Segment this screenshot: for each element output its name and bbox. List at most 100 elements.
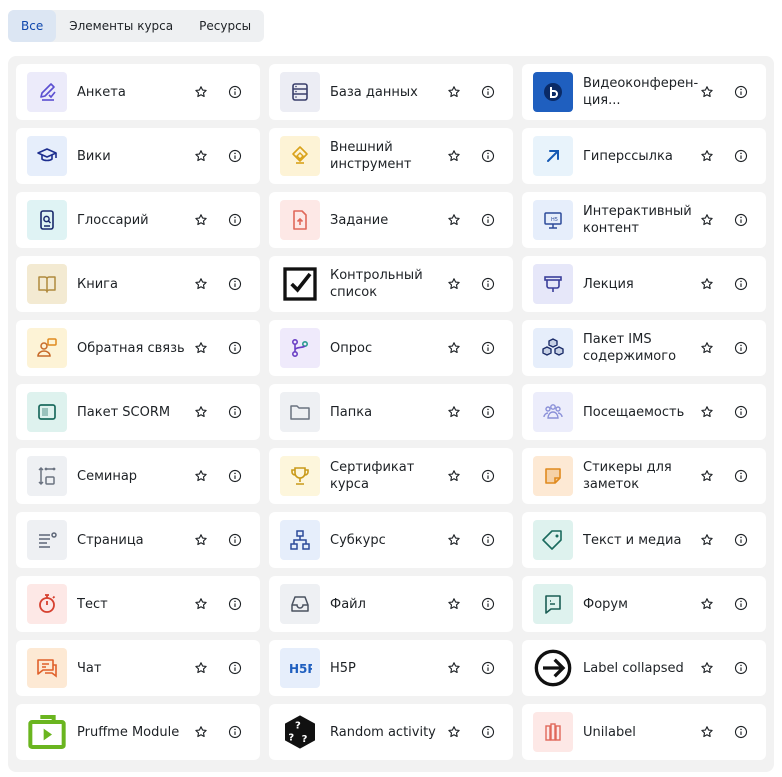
module-card-forum[interactable]: Форум (522, 576, 766, 632)
info-icon[interactable] (225, 594, 245, 614)
star-icon[interactable] (444, 466, 464, 486)
module-card-scorm[interactable]: Пакет SCORM (16, 384, 260, 440)
star-icon[interactable] (697, 274, 717, 294)
info-icon[interactable] (225, 466, 245, 486)
module-card-external-tool[interactable]: Внешний инструмент (269, 128, 513, 184)
star-icon[interactable] (444, 530, 464, 550)
star-icon[interactable] (191, 530, 211, 550)
module-card-sticky-note[interactable]: Стикеры для заметок (522, 448, 766, 504)
star-icon[interactable] (697, 146, 717, 166)
star-icon[interactable] (444, 338, 464, 358)
info-icon[interactable] (478, 658, 498, 678)
module-card-file[interactable]: Файл (269, 576, 513, 632)
module-card-page[interactable]: Страница (16, 512, 260, 568)
info-icon[interactable] (478, 82, 498, 102)
star-icon[interactable] (191, 658, 211, 678)
module-card-wiki[interactable]: Вики (16, 128, 260, 184)
info-icon[interactable] (478, 402, 498, 422)
star-icon[interactable] (191, 402, 211, 422)
info-icon[interactable] (225, 210, 245, 230)
info-icon[interactable] (731, 402, 751, 422)
module-card-choice[interactable]: Опрос (269, 320, 513, 376)
info-icon[interactable] (225, 402, 245, 422)
info-icon[interactable] (731, 658, 751, 678)
module-card-quiz[interactable]: Тест (16, 576, 260, 632)
star-icon[interactable] (191, 338, 211, 358)
module-card-bigbluebutton[interactable]: Видеоконферен­ция... (522, 64, 766, 120)
star-icon[interactable] (444, 722, 464, 742)
info-icon[interactable] (225, 274, 245, 294)
star-icon[interactable] (191, 594, 211, 614)
star-icon[interactable] (191, 466, 211, 486)
module-card-folder[interactable]: Папка (269, 384, 513, 440)
info-icon[interactable] (225, 338, 245, 358)
tab-resources[interactable]: Ресурсы (186, 10, 264, 42)
module-card-h5p[interactable]: H5P H5P (269, 640, 513, 696)
star-icon[interactable] (444, 210, 464, 230)
module-card-assignment[interactable]: Задание (269, 192, 513, 248)
module-card-arrow-circle[interactable]: Label collapsed (522, 640, 766, 696)
module-card-lecture[interactable]: Лекция (522, 256, 766, 312)
module-card-checklist[interactable]: Контрольный список (269, 256, 513, 312)
module-card-certificate[interactable]: Сертификат курса (269, 448, 513, 504)
module-card-random-dice[interactable]: ??? Random activity (269, 704, 513, 760)
info-icon[interactable] (731, 594, 751, 614)
info-icon[interactable] (478, 530, 498, 550)
info-icon[interactable] (731, 146, 751, 166)
star-icon[interactable] (444, 402, 464, 422)
star-icon[interactable] (191, 210, 211, 230)
info-icon[interactable] (731, 338, 751, 358)
info-icon[interactable] (225, 146, 245, 166)
star-icon[interactable] (697, 402, 717, 422)
star-icon[interactable] (697, 594, 717, 614)
star-icon[interactable] (191, 274, 211, 294)
info-icon[interactable] (225, 658, 245, 678)
info-icon[interactable] (478, 722, 498, 742)
module-card-pruffme[interactable]: Pruffme Module (16, 704, 260, 760)
module-card-feedback-pencil[interactable]: Анкета (16, 64, 260, 120)
module-card-text-media[interactable]: Текст и медиа (522, 512, 766, 568)
module-card-database[interactable]: База данных (269, 64, 513, 120)
tab-all[interactable]: Все (8, 10, 57, 42)
module-card-hyperlink[interactable]: Гиперссылка (522, 128, 766, 184)
star-icon[interactable] (191, 82, 211, 102)
star-icon[interactable] (444, 146, 464, 166)
info-icon[interactable] (478, 594, 498, 614)
info-icon[interactable] (225, 82, 245, 102)
module-card-feedback[interactable]: Обратная связь (16, 320, 260, 376)
module-card-glossary[interactable]: Глоссарий (16, 192, 260, 248)
module-card-workshop[interactable]: Семинар (16, 448, 260, 504)
info-icon[interactable] (478, 146, 498, 166)
info-icon[interactable] (731, 274, 751, 294)
info-icon[interactable] (731, 530, 751, 550)
module-card-chat[interactable]: Чат (16, 640, 260, 696)
star-icon[interactable] (697, 82, 717, 102)
info-icon[interactable] (225, 722, 245, 742)
tab-activities[interactable]: Элементы курса (56, 10, 186, 42)
module-card-subcourse[interactable]: Субкурс (269, 512, 513, 568)
info-icon[interactable] (478, 466, 498, 486)
star-icon[interactable] (697, 530, 717, 550)
star-icon[interactable] (697, 210, 717, 230)
star-icon[interactable] (444, 274, 464, 294)
star-icon[interactable] (444, 594, 464, 614)
module-card-ims-package[interactable]: Пакет IMS содержимого (522, 320, 766, 376)
star-icon[interactable] (191, 146, 211, 166)
module-card-unilabel[interactable]: Unilabel (522, 704, 766, 760)
star-icon[interactable] (697, 722, 717, 742)
star-icon[interactable] (444, 82, 464, 102)
star-icon[interactable] (697, 658, 717, 678)
info-icon[interactable] (731, 466, 751, 486)
info-icon[interactable] (731, 82, 751, 102)
info-icon[interactable] (731, 722, 751, 742)
info-icon[interactable] (478, 210, 498, 230)
star-icon[interactable] (444, 658, 464, 678)
module-card-attendance[interactable]: Посещаемость (522, 384, 766, 440)
star-icon[interactable] (697, 466, 717, 486)
module-card-book[interactable]: Книга (16, 256, 260, 312)
star-icon[interactable] (191, 722, 211, 742)
info-icon[interactable] (478, 338, 498, 358)
info-icon[interactable] (731, 210, 751, 230)
info-icon[interactable] (478, 274, 498, 294)
info-icon[interactable] (225, 530, 245, 550)
